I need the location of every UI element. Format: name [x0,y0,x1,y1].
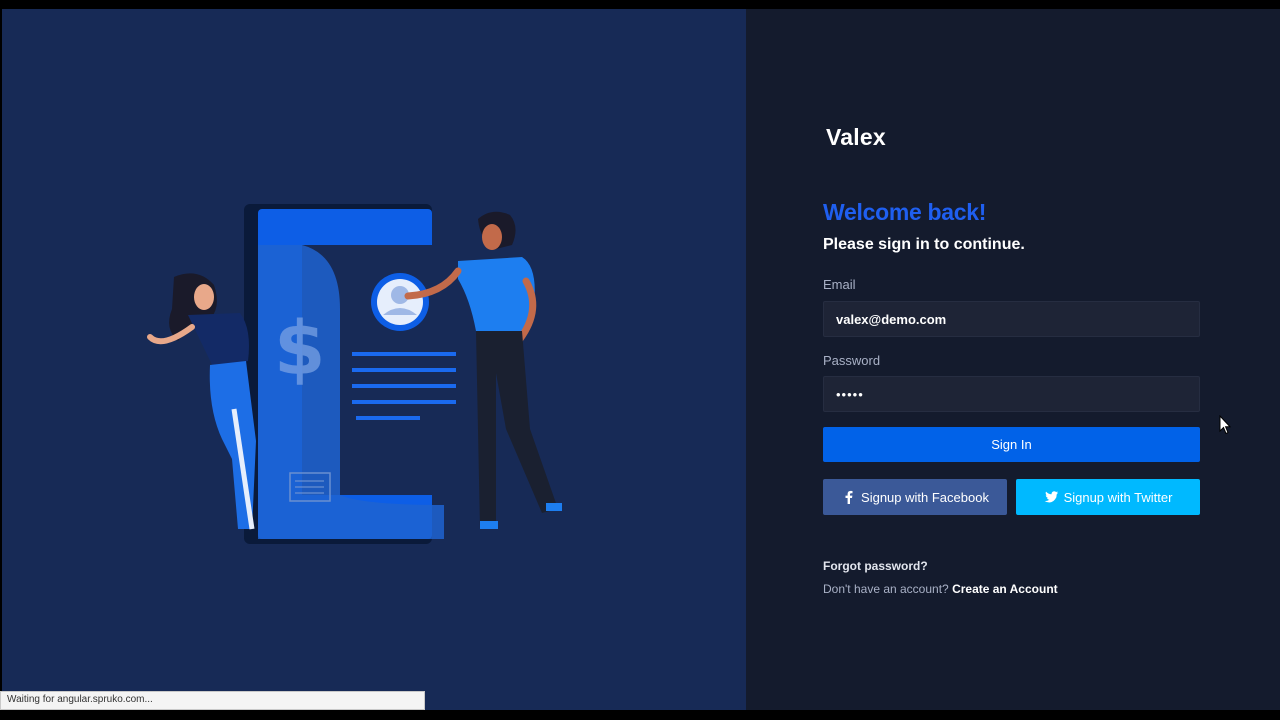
window-top-edge [0,0,1280,9]
browser-status-bar: Waiting for angular.spruko.com... [0,691,425,710]
payment-people-illustration: $ [147,204,562,544]
password-field[interactable]: ••••• [823,376,1200,412]
signin-button[interactable]: Sign In [823,427,1200,462]
facebook-icon [841,490,855,504]
facebook-signup-button[interactable]: Signup with Facebook [823,479,1007,515]
forgot-password-link[interactable]: Forgot password? [823,559,928,573]
svg-text:$: $ [274,306,326,392]
email-field[interactable]: valex@demo.com [823,301,1200,337]
login-panel: Valex Welcome back! Please sign in to co… [746,9,1280,710]
welcome-heading: Welcome back! [823,199,987,225]
twitter-signup-button[interactable]: Signup with Twitter [1016,479,1200,515]
illustration-panel: $ [2,9,746,710]
signin-subtitle: Please sign in to continue. [823,236,1025,253]
email-label: Email [823,277,856,292]
twitter-signup-label: Signup with Twitter [1063,489,1173,505]
facebook-signup-label: Signup with Facebook [861,489,989,505]
no-account-text: Don't have an account? [823,582,949,596]
window-bottom-edge [0,710,1280,720]
mouse-cursor-icon [1219,415,1231,435]
brand-logo[interactable]: Valex [826,124,886,151]
twitter-icon [1044,490,1058,504]
signup-prompt: Don't have an account? Create an Account [823,582,1058,596]
password-label: Password [823,353,881,368]
create-account-link[interactable]: Create an Account [952,582,1058,596]
